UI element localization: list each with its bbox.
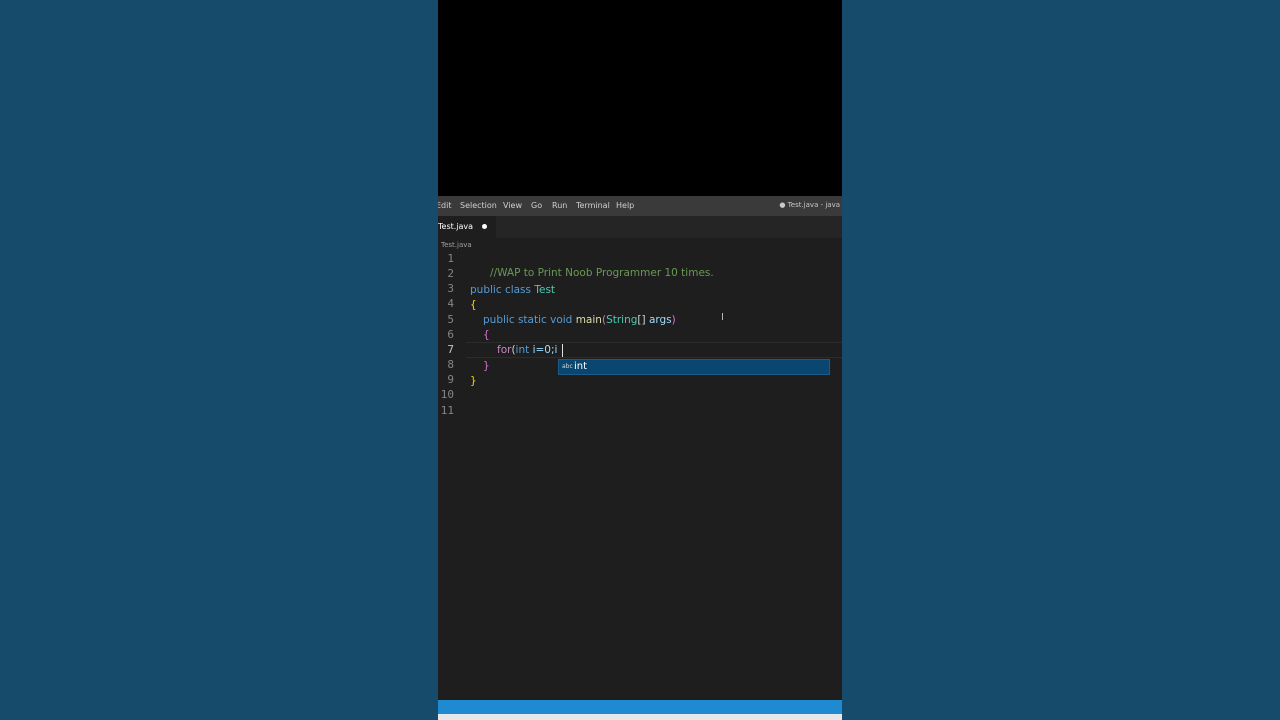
code-line-9[interactable]: } <box>470 374 477 388</box>
menu-help[interactable]: Help <box>616 201 634 210</box>
menu-view[interactable]: View <box>503 201 522 210</box>
line-number: 11 <box>440 404 454 417</box>
type-token: String <box>606 314 638 326</box>
text-suggestion-icon: abc <box>562 363 573 370</box>
black-area <box>438 0 842 196</box>
class-name-token: Test <box>534 284 556 296</box>
status-bar <box>438 700 842 714</box>
bottom-strip <box>438 714 842 720</box>
keyword-token: public <box>483 314 515 326</box>
code-line-3[interactable]: public class Test <box>470 283 555 297</box>
tab-label: Test.java <box>438 222 474 231</box>
unsaved-dot-icon[interactable] <box>482 224 487 229</box>
code-line-4[interactable]: { <box>470 298 477 312</box>
suggestion-label: int <box>574 361 588 372</box>
menu-go[interactable]: Go <box>531 201 542 210</box>
window-title: ● Test.java - java <box>779 201 840 209</box>
line-number: 6 <box>447 328 454 341</box>
code-line-7[interactable]: for(int i=0;i <box>497 343 557 357</box>
code-editor[interactable]: Test.java 1 2 3 4 5 6 7 8 9 10 11 //WAP … <box>438 238 842 700</box>
menu-run[interactable]: Run <box>552 201 567 210</box>
brace-token: } <box>470 375 477 387</box>
code-line-8[interactable]: } <box>483 359 490 373</box>
menu-edit[interactable]: Edit <box>438 201 452 210</box>
line-number: 1 <box>447 252 454 265</box>
expression-token: i=0;i <box>532 344 558 356</box>
array-brackets-token: [] <box>637 314 646 326</box>
keyword-token: for <box>497 344 512 356</box>
line-number: 9 <box>447 373 454 386</box>
menu-bar: Edit Selection View Go Run Terminal Help… <box>438 196 842 216</box>
brace-token: { <box>483 329 490 341</box>
line-number-active: 7 <box>447 343 454 356</box>
mouse-ibeam-icon: Ι <box>721 312 724 323</box>
line-number: 3 <box>447 282 454 295</box>
tab-test-java[interactable]: Test.java <box>438 216 496 238</box>
brace-token: { <box>470 299 477 311</box>
menu-terminal[interactable]: Terminal <box>576 201 610 210</box>
breadcrumb[interactable]: Test.java <box>441 241 472 249</box>
line-number: 10 <box>440 388 454 401</box>
brace-token: } <box>483 360 490 372</box>
line-number: 5 <box>447 313 454 326</box>
left-background <box>0 0 438 720</box>
text-cursor <box>562 344 563 357</box>
right-background <box>842 0 1280 720</box>
line-number: 8 <box>447 358 454 371</box>
video-frame: Edit Selection View Go Run Terminal Help… <box>438 0 842 720</box>
code-line-5[interactable]: public static void main(String[] args) <box>483 313 676 327</box>
tab-bar: Test.java <box>438 216 842 238</box>
keyword-token: static <box>517 314 547 326</box>
paren-token: ) <box>671 314 676 326</box>
autocomplete-suggestion[interactable]: abc int <box>558 359 830 375</box>
menu-selection[interactable]: Selection <box>460 201 497 210</box>
comment-token: //WAP to Print Noob Programmer 10 times. <box>490 267 714 279</box>
function-name-token: main <box>575 314 602 326</box>
parameter-token: args <box>648 314 672 326</box>
keyword-token: void <box>550 314 573 326</box>
keyword-token: class <box>504 284 532 296</box>
line-number: 2 <box>447 267 454 280</box>
type-token: int <box>515 344 530 356</box>
line-number: 4 <box>447 297 454 310</box>
code-line-6[interactable]: { <box>483 328 490 342</box>
keyword-token: public <box>470 284 502 296</box>
